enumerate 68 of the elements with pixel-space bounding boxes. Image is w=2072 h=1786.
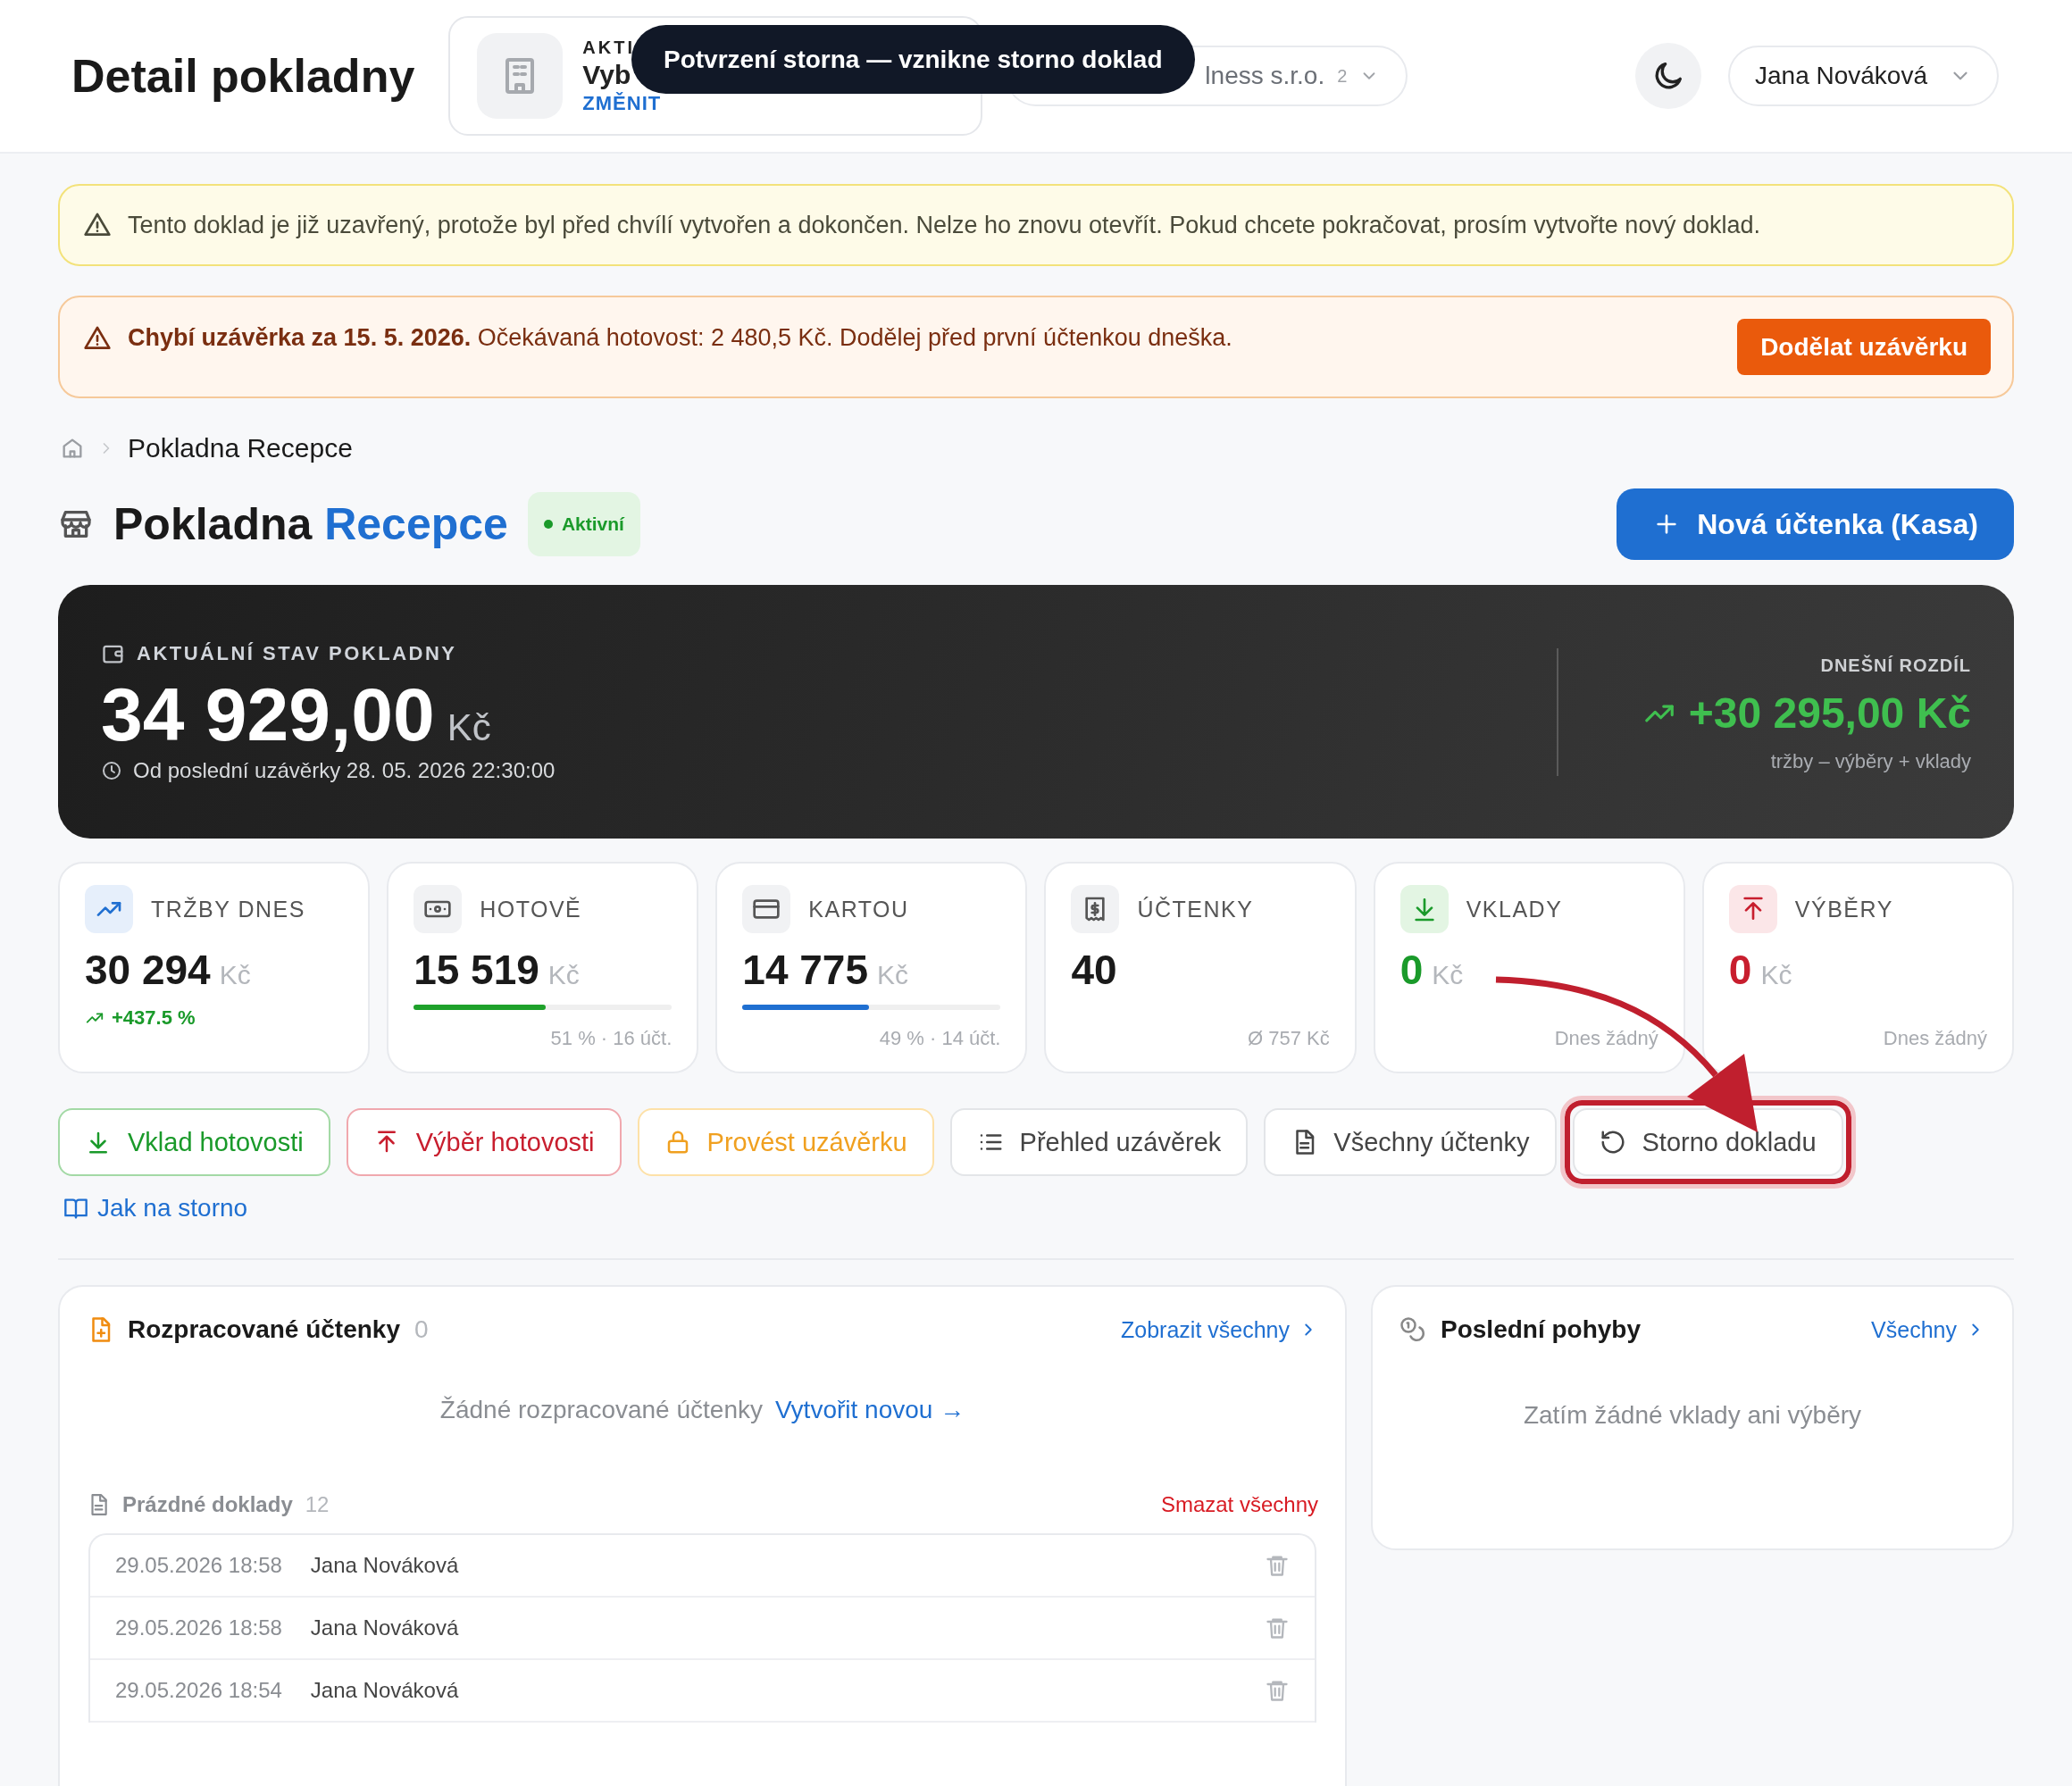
stat-label: VKLADY	[1466, 896, 1563, 922]
stat-value: 30 294	[85, 946, 211, 994]
tooltip: Potvrzení storna — vznikne storno doklad	[631, 25, 1195, 94]
stat-note: 49 % · 14 účt.	[879, 1027, 1001, 1050]
difference-formula: tržby – výběry + vklady	[1770, 750, 1971, 773]
currency-label: Kč	[547, 960, 580, 990]
stat-label: VÝBĚRY	[1794, 896, 1893, 922]
stat-note: Ø 757 Kč	[1247, 1027, 1330, 1050]
stat-value: 0	[1399, 946, 1424, 994]
breadcrumb-current: Pokladna Recepce	[128, 433, 353, 463]
balance-amount: 34 929,00	[101, 671, 435, 758]
stat-note: Dnes žádný	[1883, 1027, 1987, 1050]
page-title: Detail pokladny	[71, 49, 415, 103]
list-button[interactable]: Přehled uzávěrek	[949, 1108, 1249, 1176]
stat-label: HOTOVĚ	[480, 896, 582, 922]
currency-label: Kč	[447, 705, 491, 749]
since-closing-text: Od poslední uzávěrky 28. 05. 2026 22:30:00	[133, 757, 556, 783]
new-receipt-button[interactable]: Nová účtenka (Kasa)	[1617, 488, 2014, 560]
document-user: Jana Nováková	[310, 1678, 460, 1703]
create-new-link[interactable]: Vytvořit novou →	[774, 1396, 965, 1423]
stat-label: ÚČTENKY	[1137, 896, 1254, 922]
company-count: 2	[1337, 65, 1348, 87]
stat-value: 40	[1071, 946, 1117, 994]
user-menu[interactable]: Jana Nováková	[1728, 46, 1999, 106]
currency-label: Kč	[1432, 960, 1464, 990]
stat-value: 14 775	[742, 946, 869, 994]
delete-all-link[interactable]: Smazat všechny	[1160, 1492, 1318, 1517]
section-title: Prázdné doklady	[122, 1492, 293, 1517]
alert-text: Tento doklad je již uzavřený, protože byl před chvílí vytvořen a dokončen. Nelze ho znovu otevřít. Pokud chcete pokračovat, prosím vytvořte nový doklad.	[128, 211, 1761, 239]
document-user: Jana Nováková	[310, 1553, 460, 1578]
alert-text: Chybí uzávěrka za 15. 5. 2026. Očekávaná hotovost: 2 480,5 Kč. Dodělej před první účtenkou dneška.	[128, 324, 1233, 352]
register-title: Pokladna Recepce	[113, 498, 508, 550]
empty-message: Žádné rozpracované účtenky	[439, 1396, 763, 1423]
clock-icon	[101, 759, 122, 781]
show-all-link[interactable]: Zobrazit všechny	[1121, 1316, 1318, 1343]
stat-value: 0	[1728, 946, 1752, 994]
show-all-link[interactable]: Všechny	[1871, 1316, 1985, 1343]
currency-label: Kč	[1760, 960, 1792, 990]
difference-label: DNEŠNÍ ROZDÍL	[1820, 655, 1971, 676]
change-percent: +437.5 %	[112, 1006, 196, 1030]
panel-title: Rozpracované účtenky	[128, 1315, 400, 1344]
status-badge: Aktivní	[527, 492, 640, 556]
document-date: 29.05.2026 18:58	[115, 1553, 282, 1578]
currency-label: Kč	[219, 960, 251, 990]
receipts-button[interactable]: Všechny účtenky	[1264, 1108, 1557, 1176]
stat-note: Dnes žádný	[1554, 1027, 1658, 1050]
draft-count: 0	[414, 1315, 429, 1344]
finish-closing-button[interactable]: Dodělat uzávěrku	[1737, 319, 1991, 375]
help-link[interactable]: Jak na storno	[63, 1194, 248, 1223]
panel-title: Poslední pohyby	[1441, 1315, 1642, 1344]
balance-label: AKTUÁLNÍ STAV POKLADNY	[137, 641, 457, 665]
deposit-button[interactable]: Vklad hotovosti	[58, 1108, 330, 1176]
storno-button[interactable]: Storno dokladu	[1572, 1108, 1843, 1176]
stat-note: 51 % · 16 účt.	[550, 1027, 673, 1050]
organization-name: Vyb	[582, 59, 632, 90]
coins-icon	[1399, 1316, 1426, 1343]
document-count: 12	[305, 1492, 330, 1517]
document-date: 29.05.2026 18:54	[115, 1678, 282, 1703]
empty-message: Zatím žádné vklady ani výběry	[1522, 1401, 1863, 1430]
change-link[interactable]: ZMĚNIT	[582, 91, 662, 115]
stat-label: KARTOU	[808, 896, 909, 922]
document-user: Jana Nováková	[310, 1615, 460, 1640]
withdrawal-button[interactable]: Výběr hotovosti	[346, 1108, 622, 1176]
document-date: 29.05.2026 18:58	[115, 1615, 282, 1640]
currency-label: Kč	[877, 960, 909, 990]
stat-value: 15 519	[414, 946, 539, 994]
stat-label: TRŽBY DNES	[151, 896, 305, 922]
difference-amount: +30 295,00 Kč	[1688, 689, 1971, 738]
